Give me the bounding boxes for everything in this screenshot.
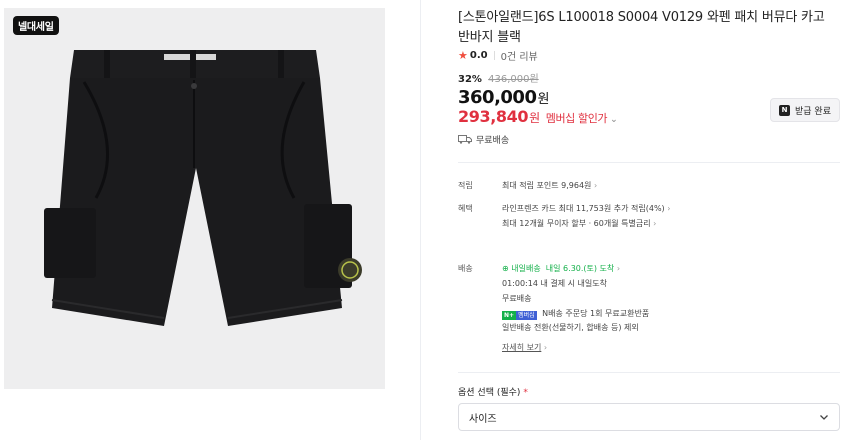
rating-score: 0.0 <box>469 50 488 61</box>
sale-badge: 넬대세일 <box>13 16 59 35</box>
size-select-value: 사이즈 <box>469 413 497 425</box>
discount-percent: 32% <box>458 74 482 85</box>
sale-price-unit: 원 <box>537 92 549 107</box>
member-price-unit: 원 <box>529 111 540 125</box>
delivery-fee: 무료배송 <box>502 294 532 303</box>
rating-row[interactable]: ★ 0.0 0건 리뷰 <box>458 48 538 63</box>
exchange-text: N배송 주문당 1회 무료교환반품 <box>542 309 650 318</box>
sale-price: 360,000원 <box>458 87 549 108</box>
coupon-button[interactable]: N 받급 완료 <box>770 98 840 122</box>
product-info-panel: [스톤아일랜드]6S L100018 S0004 V0129 와펜 패치 버뮤다… <box>420 0 850 440</box>
original-price: 436,000원 <box>488 74 539 85</box>
member-price-value: 293,840 <box>458 107 529 126</box>
shipping-label: 무료배송 <box>476 136 510 146</box>
delivery-arrival-line: ⊕ 내일배송 내일 6.30.(토) 도착 › <box>502 263 832 274</box>
chevron-right-icon: › <box>653 219 657 228</box>
chevron-down-icon: ⌄ <box>610 115 618 125</box>
product-image[interactable]: 넬대세일 <box>4 8 385 389</box>
sale-price-value: 360,000 <box>458 87 537 108</box>
option-label-text: 옵션 선택 (필수) <box>458 388 521 398</box>
tomorrow-delivery-label: 내일배송 <box>511 264 541 273</box>
tomorrow-delivery-badge: ⊕ 내일배송 <box>502 264 541 273</box>
points-link[interactable]: 최대 적립 포인트 9,964원 › <box>502 180 832 191</box>
delivery-key: 배송 <box>458 264 473 273</box>
exchange-line: N+ 멤버십 N배송 주문당 1회 무료교환반품 <box>502 308 832 320</box>
nplus-badge: N+ <box>502 311 517 320</box>
details-link[interactable]: 자세히 보기 › <box>502 342 832 353</box>
shipping-row: 무료배송 <box>458 133 509 146</box>
star-icon: ★ <box>458 49 468 62</box>
benefit-line-2: 최대 12개월 무이자 할부 · 60개월 특별금리 <box>502 219 651 228</box>
option-label: 옵션 선택 (필수) * <box>458 385 528 398</box>
benefit-line-2-link[interactable]: 최대 12개월 무이자 할부 · 60개월 특별금리 › <box>502 218 832 229</box>
shorts-illustration <box>44 50 362 326</box>
benefit-key: 혜택 <box>458 204 473 213</box>
truck-icon <box>458 135 472 144</box>
section-divider <box>458 372 840 373</box>
points-key: 적립 <box>458 181 473 190</box>
chevron-down-icon <box>820 415 828 420</box>
chevron-right-icon: › <box>667 204 671 213</box>
arrival-date: 내일 6.30.(토) 도착 <box>545 264 615 273</box>
section-divider <box>458 162 840 163</box>
chevron-right-icon: › <box>616 264 621 273</box>
benefit-line-1-link[interactable]: 라인프렌즈 카드 최대 11,753원 추가 적립(4%) › <box>502 203 832 214</box>
member-price-label: 멤버십 할인가 <box>545 112 608 125</box>
review-count[interactable]: 0건 리뷰 <box>501 48 538 63</box>
member-price[interactable]: 293,840 원 멤버십 할인가 ⌄ <box>458 107 618 126</box>
delivery-cutoff: 01:00:14 내 결제 시 내일도착 <box>502 279 607 288</box>
nplus-membership-badge: N+ 멤버십 <box>502 311 537 320</box>
product-title: [스톤아일랜드]6S L100018 S0004 V0129 와펜 패치 버뮤다… <box>458 10 825 45</box>
chevron-right-icon: › <box>543 343 548 352</box>
required-mark: * <box>523 388 528 398</box>
chevron-right-icon: › <box>593 181 598 190</box>
size-select[interactable]: 사이즈 <box>458 403 840 431</box>
coupon-button-label: 받급 완료 <box>795 106 831 117</box>
naver-n-icon: N <box>779 104 790 116</box>
benefit-line-1: 라인프렌즈 카드 최대 11,753원 추가 적립(4%) <box>502 204 665 213</box>
normal-conversion: 일반배송 전환(선물하기, 합배송 등) 제외 <box>502 323 639 332</box>
membership-badge: 멤버십 <box>516 311 537 320</box>
divider <box>493 51 495 60</box>
points-value: 최대 적립 포인트 9,964원 <box>502 181 592 190</box>
discount-row: 32% 436,000원 <box>458 70 539 85</box>
details-link-label: 자세히 보기 <box>502 343 542 352</box>
